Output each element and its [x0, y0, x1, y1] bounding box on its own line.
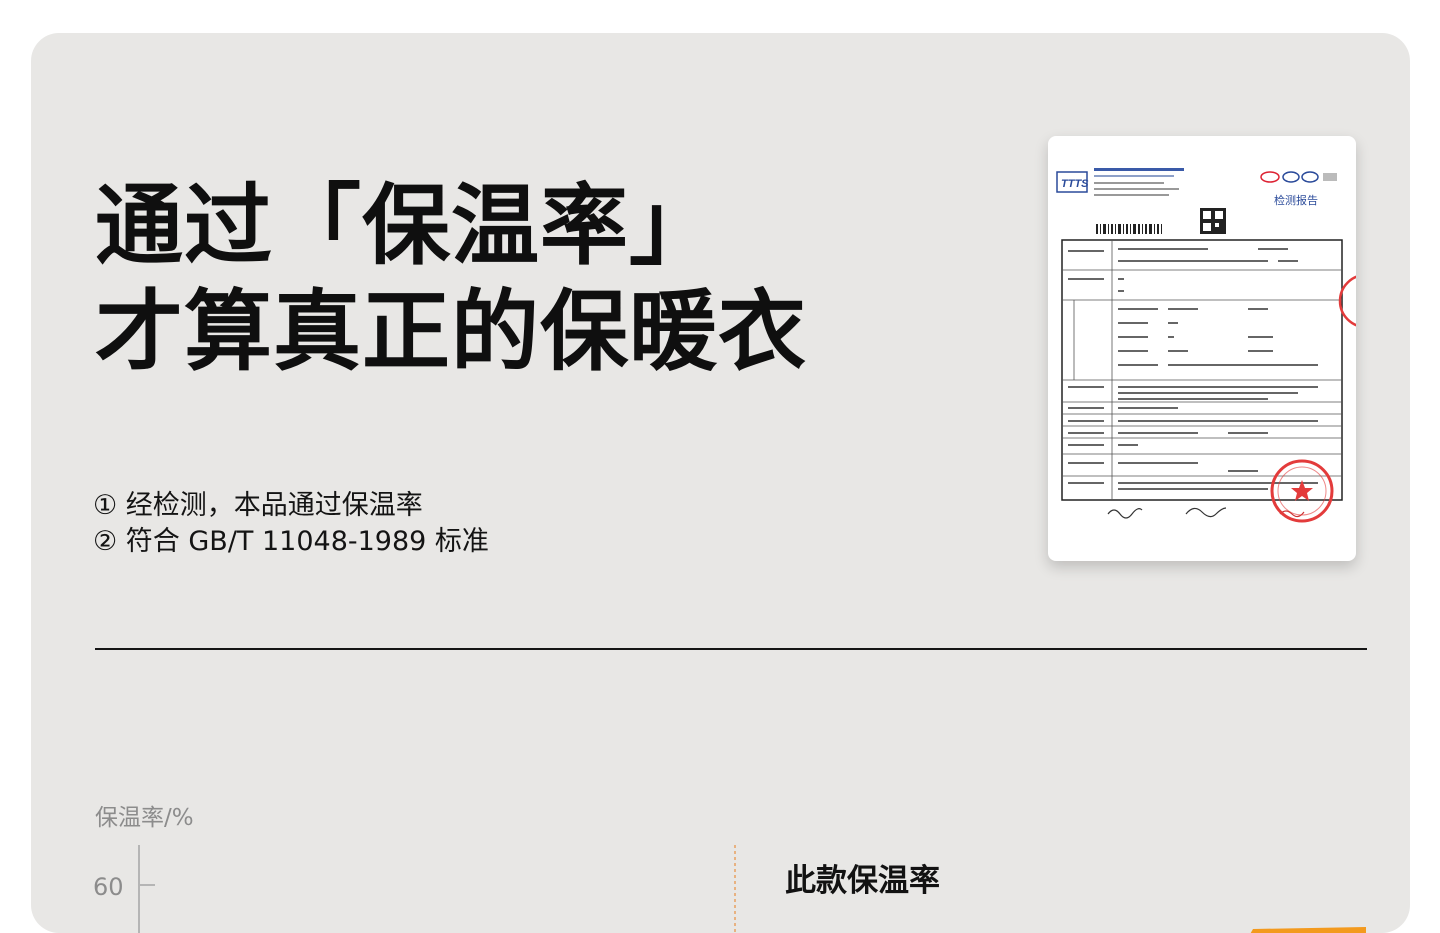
chart-callout: 此款保温率	[785, 863, 940, 899]
note-item-2: ② 符合 GB/T 11048-1989 标准	[93, 526, 489, 557]
chart-bar-top	[1250, 927, 1366, 933]
section-divider	[95, 648, 1367, 650]
report-title: 检测报告	[1274, 193, 1318, 207]
headline-line-1: 通过「保温率」	[95, 174, 719, 277]
report-document-drawing: TTTS 检测报告	[1056, 168, 1356, 523]
headline-line-2: 才算真正的保暖衣	[95, 280, 808, 383]
test-report-image: TTTS 检测报告	[1048, 136, 1356, 561]
chart-area	[138, 845, 1366, 933]
y-tick-label-60: 60	[93, 873, 124, 901]
headline: 通过「保温率」 才算真正的保暖衣	[95, 173, 807, 385]
barcode	[1096, 224, 1162, 234]
content-card: 通过「保温率」 才算真正的保暖衣 ① 经检测，本品通过保温率 ② 符合 GB/T…	[31, 33, 1410, 933]
note-item-1: ① 经检测，本品通过保温率	[93, 490, 423, 521]
feature-notes: ① 经检测，本品通过保温率 ② 符合 GB/T 11048-1989 标准	[93, 488, 489, 560]
report-logo: TTTS	[1061, 178, 1089, 190]
chart-y-axis-label: 保温率/%	[95, 805, 194, 831]
